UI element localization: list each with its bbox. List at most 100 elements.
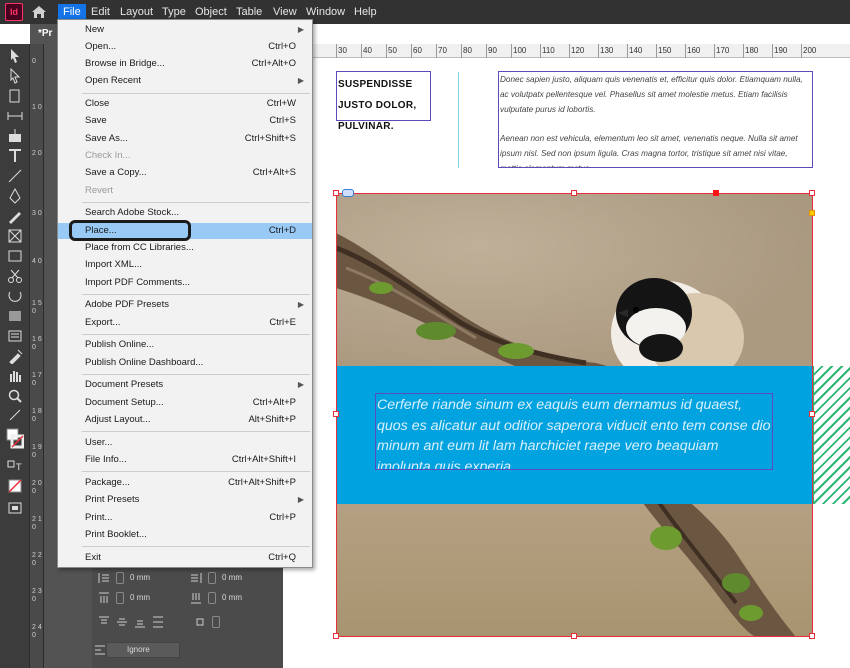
top-inset-field[interactable]: 0 mm <box>96 590 186 606</box>
bottom-inset-field[interactable]: 0 mm <box>188 590 278 606</box>
headline-text-frame[interactable]: SUSPENDISSE JUSTO DOLOR, PULVINAR. <box>336 71 431 132</box>
resize-handle[interactable] <box>809 633 815 639</box>
direct-selection-tool-icon[interactable] <box>6 68 24 84</box>
content-collector-icon[interactable] <box>6 128 24 144</box>
align-center-icon[interactable] <box>116 616 128 628</box>
menu-item-save-as[interactable]: Save As... Ctrl+Shift+S <box>58 131 312 147</box>
menu-item-save[interactable]: Save Ctrl+S <box>58 113 312 129</box>
menu-item-search-stock[interactable]: Search Adobe Stock... <box>58 205 312 221</box>
band-text-frame[interactable]: Cerferfe riande sinum ex eaquis eum dern… <box>375 393 773 470</box>
menu-item-browse-bridge[interactable]: Browse in Bridge... Ctrl+Alt+O <box>58 56 312 72</box>
menu-item-save-copy[interactable]: Save a Copy... Ctrl+Alt+S <box>58 165 312 181</box>
menu-file[interactable]: File <box>58 4 86 20</box>
zoom-tool-icon[interactable] <box>6 388 24 404</box>
link-badge-icon[interactable] <box>342 189 354 197</box>
menu-item-publish-online[interactable]: Publish Online... <box>58 337 312 353</box>
menu-type[interactable]: Type <box>157 4 191 20</box>
resize-handle[interactable] <box>809 190 815 196</box>
resize-handle[interactable] <box>333 411 339 417</box>
menu-item-document-setup[interactable]: Document Setup... Ctrl+Alt+P <box>58 395 312 411</box>
menu-item-publish-dashboard[interactable]: Publish Online Dashboard... <box>58 355 312 371</box>
menu-view[interactable]: View <box>268 4 302 20</box>
menu-object[interactable]: Object <box>190 4 232 20</box>
resize-handle[interactable] <box>333 633 339 639</box>
free-transform-tool-icon[interactable] <box>6 288 24 304</box>
menu-item-import-pdf-comments[interactable]: Import PDF Comments... <box>58 275 312 291</box>
menu-item-place-cc[interactable]: Place from CC Libraries... <box>58 240 312 256</box>
hand-tool-icon[interactable] <box>6 368 24 384</box>
vruler-label: 1 6 0 <box>32 336 42 351</box>
prop-value: 0 mm <box>130 593 150 602</box>
hruler-label: 150 <box>658 46 672 55</box>
indesign-logo: Id <box>5 3 23 21</box>
live-corners-handle[interactable] <box>809 210 815 216</box>
menu-item-user[interactable]: User... <box>58 435 312 451</box>
ignore-select[interactable]: Ignore <box>106 642 180 658</box>
formatting-container-icon[interactable]: T <box>6 458 24 474</box>
menu-item-open[interactable]: Open... Ctrl+O <box>58 39 312 55</box>
text-wrap-icon[interactable] <box>194 616 206 628</box>
right-inset-field[interactable]: 0 mm <box>188 570 278 586</box>
left-inset-field[interactable]: 0 mm <box>96 570 186 586</box>
align-bottom-icon[interactable] <box>134 616 146 628</box>
pencil-tool-icon[interactable] <box>6 208 24 224</box>
menu-layout[interactable]: Layout <box>115 4 158 20</box>
vruler-label: 2 4 0 <box>32 624 42 639</box>
menu-item-print[interactable]: Print... Ctrl+P <box>58 510 312 526</box>
menu-table[interactable]: Table <box>231 4 267 20</box>
menu-item-document-presets[interactable]: Document Presets ▶ <box>58 377 312 393</box>
pen-tool-icon[interactable] <box>6 188 24 204</box>
menu-item-export[interactable]: Export... Ctrl+E <box>58 315 312 331</box>
resize-handle[interactable] <box>809 411 815 417</box>
rectangle-tool-icon[interactable] <box>6 248 24 264</box>
hruler-label: 170 <box>716 46 730 55</box>
document-tab[interactable]: *Pr <box>38 28 52 39</box>
menu-edit[interactable]: Edit <box>86 4 115 20</box>
place-highlight-callout <box>69 220 191 241</box>
scissors-tool-icon[interactable] <box>6 268 24 284</box>
menu-help[interactable]: Help <box>349 4 382 20</box>
justify-vertical-icon[interactable] <box>152 616 164 628</box>
swap-colors-icon[interactable] <box>6 408 24 424</box>
view-mode-icon[interactable] <box>6 500 24 516</box>
eyedropper-tool-icon[interactable] <box>6 348 24 364</box>
anchor-handle[interactable] <box>713 190 719 196</box>
menu-item-print-presets[interactable]: Print Presets ▶ <box>58 492 312 508</box>
headline-line: SUSPENDISSE <box>338 79 413 90</box>
menu-item-print-booklet[interactable]: Print Booklet... <box>58 527 312 543</box>
apply-none-icon[interactable] <box>6 478 24 494</box>
align-top-icon[interactable] <box>98 616 110 628</box>
home-icon[interactable] <box>30 3 48 21</box>
hruler-label: 80 <box>463 46 472 55</box>
rectangle-frame-tool-icon[interactable] <box>6 228 24 244</box>
inset-top-icon <box>99 592 109 603</box>
body-text-frame[interactable]: Donec sapien justo, aliquam quis venenat… <box>498 71 813 168</box>
gap-tool-icon[interactable] <box>6 108 24 124</box>
menu-window[interactable]: Window <box>301 4 350 20</box>
hruler-label: 90 <box>488 46 497 55</box>
line-tool-icon[interactable] <box>6 168 24 184</box>
menu-item-exit[interactable]: Exit Ctrl+Q <box>58 550 312 566</box>
menu-item-adjust-layout[interactable]: Adjust Layout... Alt+Shift+P <box>58 412 312 428</box>
menu-item-open-recent[interactable]: Open Recent ▶ <box>58 73 312 89</box>
page-tool-icon[interactable] <box>6 88 24 104</box>
prop-value: 0 mm <box>222 593 242 602</box>
hruler-label: 180 <box>745 46 759 55</box>
menu-item-close[interactable]: Close Ctrl+W <box>58 96 312 112</box>
fill-stroke-icon[interactable] <box>6 428 24 450</box>
vertical-ruler: 0 1 0 2 0 3 0 4 0 1 5 0 1 6 0 1 7 0 1 8 … <box>30 44 44 668</box>
type-tool-icon[interactable] <box>6 148 24 164</box>
menu-item-new[interactable]: New ▶ <box>58 22 312 38</box>
resize-handle[interactable] <box>571 633 577 639</box>
resize-handle[interactable] <box>571 190 577 196</box>
note-tool-icon[interactable] <box>6 328 24 344</box>
hatched-pasteboard-object[interactable] <box>813 366 850 504</box>
menu-item-package[interactable]: Package... Ctrl+Alt+Shift+P <box>58 475 312 491</box>
headline-line: PULVINAR. <box>338 121 394 132</box>
selection-tool-icon[interactable] <box>6 48 24 64</box>
gradient-tool-icon[interactable] <box>6 308 24 324</box>
menu-item-import-xml[interactable]: Import XML... <box>58 257 312 273</box>
menu-item-file-info[interactable]: File Info... Ctrl+Alt+Shift+I <box>58 452 312 468</box>
resize-handle[interactable] <box>333 190 339 196</box>
menu-item-pdf-presets[interactable]: Adobe PDF Presets ▶ <box>58 297 312 313</box>
